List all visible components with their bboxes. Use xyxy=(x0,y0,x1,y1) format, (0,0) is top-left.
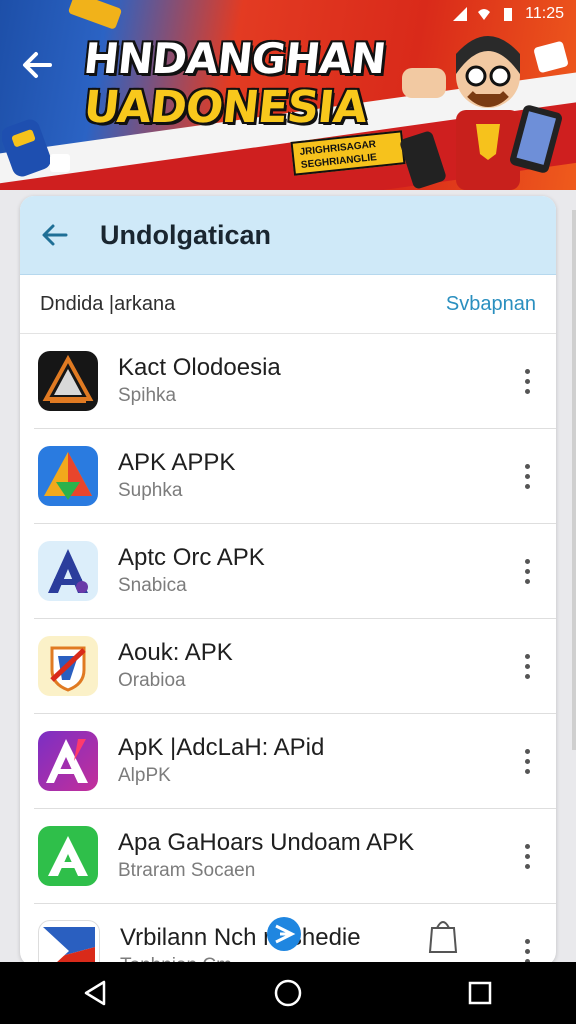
more-vertical-icon[interactable] xyxy=(512,836,542,876)
bag-icon xyxy=(428,921,458,953)
see-all-link[interactable]: Svbapnan xyxy=(446,293,536,316)
app-name: Aouk: APK xyxy=(118,639,233,666)
recents-square-icon[interactable] xyxy=(450,968,510,1018)
app-icon xyxy=(38,636,98,696)
app-subtitle: Orabioa xyxy=(118,670,186,691)
phone-illustration-icon xyxy=(2,119,70,177)
app-icon xyxy=(38,351,98,411)
arrow-left-icon[interactable] xyxy=(40,220,70,250)
section-header: Dndida |arkana Svbapnan xyxy=(20,275,556,334)
app-name: APK APPK xyxy=(118,449,236,476)
back-triangle-icon[interactable] xyxy=(66,968,126,1018)
promo-banner[interactable]: 11:25 HNDANGHAN UADONESIA JRIGHRISAGAR S… xyxy=(0,0,576,190)
list-item[interactable]: ApK |AdcLaH: APid AlpPK xyxy=(34,714,556,809)
app-name: Apa GaHoars Undoam APK xyxy=(118,829,415,856)
mascot-illustration-icon xyxy=(400,36,568,190)
app-subtitle: Suphka xyxy=(118,480,183,501)
list-item[interactable]: Kact Olodoesia Spihka xyxy=(34,334,556,429)
banner-title: HNDANGHAN xyxy=(81,34,388,83)
page-title: Undolgatican xyxy=(100,219,272,250)
system-nav-bar xyxy=(0,962,576,1024)
app-name: Aptc Orc APK xyxy=(118,544,265,571)
app-subtitle: AlpPK xyxy=(118,765,171,786)
app-list-card: Undolgatican Dndida |arkana Svbapnan Kac… xyxy=(20,196,556,966)
app-subtitle: Btraram Socaen xyxy=(118,860,256,881)
app-icon xyxy=(38,826,98,886)
more-vertical-icon[interactable] xyxy=(512,551,542,591)
share-bubble-icon xyxy=(267,917,301,951)
home-circle-icon[interactable] xyxy=(258,968,318,1018)
app-icon xyxy=(38,920,100,966)
card-header: Undolgatican xyxy=(20,196,556,275)
scrollbar[interactable] xyxy=(572,210,576,750)
list-item[interactable]: Vrbilann Nch noshedie Tonhnian Cm xyxy=(34,904,556,966)
list-item[interactable]: Aouk: APK Orabioa xyxy=(34,619,556,714)
app-name: ApK |AdcLaH: APid xyxy=(118,734,325,761)
section-label: Dndida |arkana xyxy=(40,292,176,315)
app-icon xyxy=(38,446,98,506)
app-subtitle: Snabica xyxy=(118,575,187,596)
app-icon xyxy=(38,541,98,601)
more-vertical-icon[interactable] xyxy=(512,931,542,966)
list-item[interactable]: Aptc Orc APK Snabica xyxy=(34,524,556,619)
app-icon xyxy=(38,731,98,791)
more-vertical-icon[interactable] xyxy=(512,646,542,686)
list-item[interactable]: APK APPK Suphka xyxy=(34,429,556,524)
more-vertical-icon[interactable] xyxy=(512,456,542,496)
banner-subtitle: UADONESIA xyxy=(81,82,370,133)
banner-back-icon[interactable] xyxy=(20,48,54,82)
app-subtitle: Spihka xyxy=(118,385,177,406)
app-name: Kact Olodoesia xyxy=(118,354,281,381)
more-vertical-icon[interactable] xyxy=(512,361,542,401)
more-vertical-icon[interactable] xyxy=(512,741,542,781)
list-item[interactable]: Apa GaHoars Undoam APK Btraram Socaen xyxy=(34,809,556,904)
